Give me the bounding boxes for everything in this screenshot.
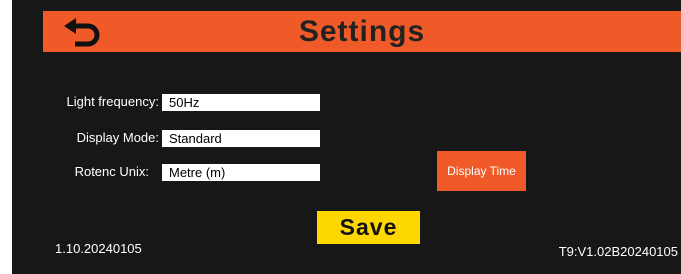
save-button[interactable]: Save [317, 211, 420, 244]
light-frequency-field[interactable]: 50Hz [162, 94, 320, 111]
display-time-button[interactable]: Display Time [437, 151, 526, 191]
display-mode-label: Display Mode: [76, 130, 159, 145]
rotenc-unix-label: Rotenc Unix: [74, 164, 149, 179]
hardware-version: T9:V1.02B20240105 [558, 244, 678, 259]
rotenc-unix-field[interactable]: Metre (m) [162, 164, 320, 181]
header-bar: Settings [43, 11, 681, 52]
light-frequency-label: Light frequency: [66, 94, 159, 109]
display-mode-field[interactable]: Standard [162, 130, 320, 147]
page-title: Settings [298, 15, 426, 48]
settings-screen: Settings Light frequency: 50Hz Display M… [12, 0, 681, 274]
back-arrow-icon [61, 17, 105, 49]
firmware-version: 1.10.20240105 [55, 241, 142, 256]
back-button[interactable] [61, 17, 105, 49]
